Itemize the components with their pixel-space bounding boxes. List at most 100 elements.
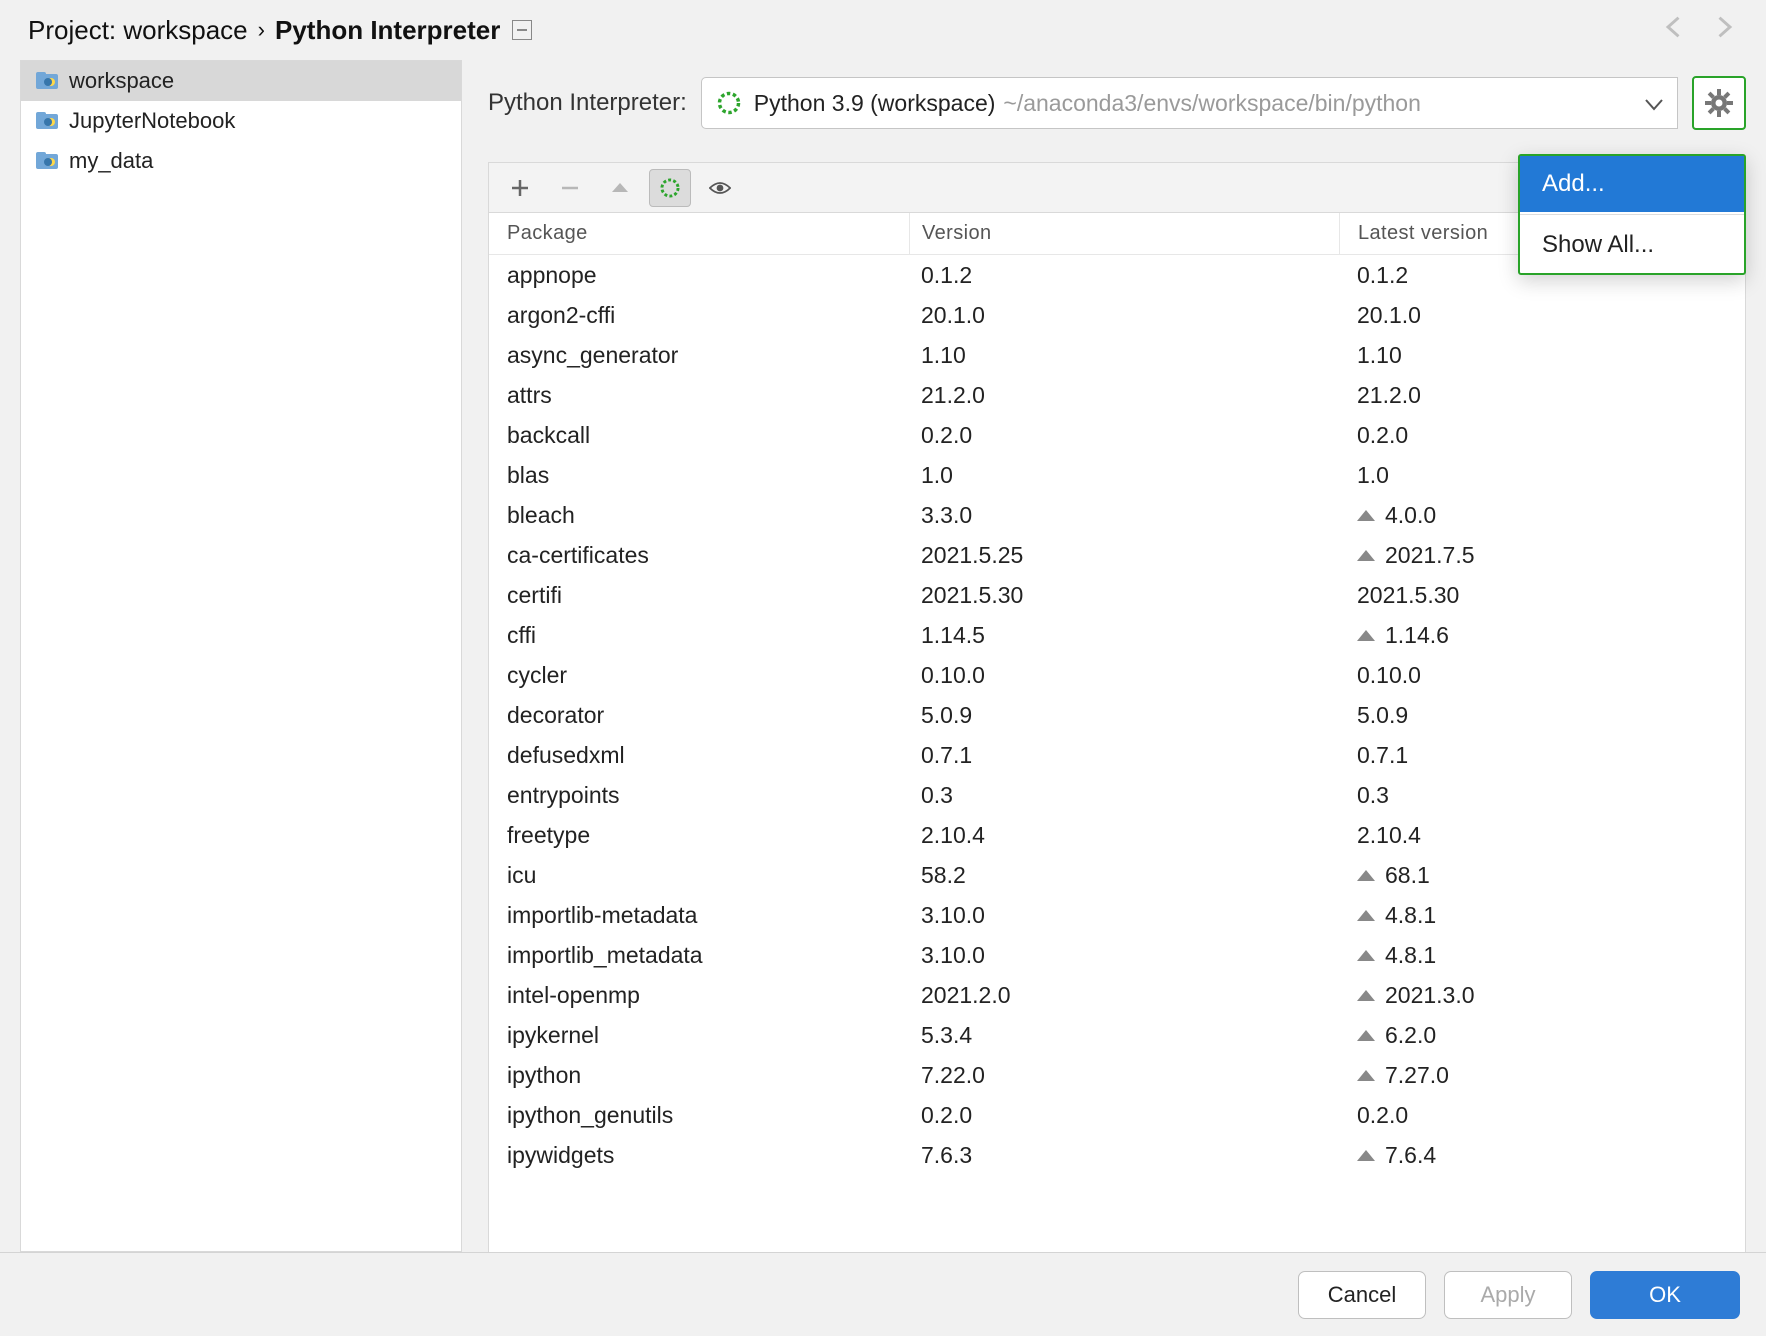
update-available-icon xyxy=(1357,550,1375,561)
cell-version: 5.3.4 xyxy=(909,1015,1339,1055)
update-available-icon xyxy=(1357,1030,1375,1041)
cell-package: decorator xyxy=(489,702,909,729)
package-table-body: appnope0.1.20.1.2argon2-cffi20.1.020.1.0… xyxy=(489,255,1745,1252)
table-row[interactable]: freetype2.10.42.10.4 xyxy=(489,815,1745,855)
conda-ring-icon xyxy=(659,177,681,199)
table-row[interactable]: defusedxml0.7.10.7.1 xyxy=(489,735,1745,775)
project-sidebar: workspace JupyterNotebook my_data xyxy=(20,60,462,1252)
cell-package: appnope xyxy=(489,262,909,289)
menu-item-add-[interactable]: Add... xyxy=(1520,156,1744,212)
python-folder-icon xyxy=(35,69,59,93)
sidebar-item-jupyternotebook[interactable]: JupyterNotebook xyxy=(21,101,461,141)
cell-latest: 0.7.1 xyxy=(1357,742,1408,769)
cell-latest: 0.2.0 xyxy=(1357,1102,1408,1129)
remove-package-button[interactable] xyxy=(549,169,591,207)
cancel-button[interactable]: Cancel xyxy=(1298,1271,1426,1319)
show-early-releases-button[interactable] xyxy=(699,169,741,207)
interpreter-settings-button[interactable] xyxy=(1692,76,1746,130)
breadcrumb-project[interactable]: Project: workspace xyxy=(28,15,248,46)
table-row[interactable]: ipykernel5.3.46.2.0 xyxy=(489,1015,1745,1055)
table-row[interactable]: importlib_metadata3.10.04.8.1 xyxy=(489,935,1745,975)
breadcrumb: Project: workspace › Python Interpreter xyxy=(0,0,1766,60)
cell-package: backcall xyxy=(489,422,909,449)
cell-package: blas xyxy=(489,462,909,489)
cell-latest: 4.8.1 xyxy=(1385,902,1436,929)
back-arrow-icon[interactable] xyxy=(1660,13,1690,47)
update-available-icon xyxy=(1357,990,1375,1001)
sidebar-item-label: JupyterNotebook xyxy=(69,108,235,134)
upgrade-package-button[interactable] xyxy=(599,169,641,207)
update-available-icon xyxy=(1357,870,1375,881)
cell-version: 0.7.1 xyxy=(909,735,1339,775)
forward-arrow-icon[interactable] xyxy=(1708,13,1738,47)
cell-version: 1.10 xyxy=(909,335,1339,375)
cell-version: 2021.5.25 xyxy=(909,535,1339,575)
dialog-footer: Cancel Apply OK xyxy=(0,1252,1766,1336)
table-row[interactable]: icu58.268.1 xyxy=(489,855,1745,895)
gear-icon xyxy=(1705,89,1733,117)
cell-package: cffi xyxy=(489,622,909,649)
table-row[interactable]: argon2-cffi20.1.020.1.0 xyxy=(489,295,1745,335)
table-row[interactable]: intel-openmp2021.2.02021.3.0 xyxy=(489,975,1745,1015)
ok-button[interactable]: OK xyxy=(1590,1271,1740,1319)
table-row[interactable]: bleach3.3.04.0.0 xyxy=(489,495,1745,535)
add-package-button[interactable] xyxy=(499,169,541,207)
interpreter-dropdown[interactable]: Python 3.9 (workspace) ~/anaconda3/envs/… xyxy=(701,77,1678,129)
cell-version: 3.3.0 xyxy=(909,495,1339,535)
table-row[interactable]: async_generator1.101.10 xyxy=(489,335,1745,375)
table-row[interactable]: backcall0.2.00.2.0 xyxy=(489,415,1745,455)
table-row[interactable]: cffi1.14.51.14.6 xyxy=(489,615,1745,655)
update-available-icon xyxy=(1357,1070,1375,1081)
update-available-icon xyxy=(1357,630,1375,641)
update-available-icon xyxy=(1357,910,1375,921)
cell-package: importlib_metadata xyxy=(489,942,909,969)
cell-latest: 5.0.9 xyxy=(1357,702,1408,729)
sidebar-item-label: workspace xyxy=(69,68,174,94)
table-row[interactable]: ca-certificates2021.5.252021.7.5 xyxy=(489,535,1745,575)
table-row[interactable]: certifi2021.5.302021.5.30 xyxy=(489,575,1745,615)
sidebar-item-workspace[interactable]: workspace xyxy=(21,61,461,101)
cell-version: 0.10.0 xyxy=(909,655,1339,695)
cell-package: certifi xyxy=(489,582,909,609)
table-row[interactable]: blas1.01.0 xyxy=(489,455,1745,495)
interpreter-name: Python 3.9 (workspace) xyxy=(754,90,996,117)
cell-latest: 7.6.4 xyxy=(1385,1142,1436,1169)
cell-version: 2.10.4 xyxy=(909,815,1339,855)
sidebar-item-my_data[interactable]: my_data xyxy=(21,141,461,181)
cell-package: attrs xyxy=(489,382,909,409)
cell-latest: 0.1.2 xyxy=(1357,262,1408,289)
table-row[interactable]: ipython_genutils0.2.00.2.0 xyxy=(489,1095,1745,1135)
table-row[interactable]: ipywidgets7.6.37.6.4 xyxy=(489,1135,1745,1175)
window-restore-icon[interactable] xyxy=(512,20,532,40)
cell-package: freetype xyxy=(489,822,909,849)
apply-button[interactable]: Apply xyxy=(1444,1271,1572,1319)
interpreter-settings-menu: Add...Show All... xyxy=(1518,154,1746,275)
table-row[interactable]: ipython7.22.07.27.0 xyxy=(489,1055,1745,1095)
column-header-version[interactable]: Version xyxy=(909,213,1339,254)
interpreter-path: ~/anaconda3/envs/workspace/bin/python xyxy=(1003,90,1420,117)
table-row[interactable]: importlib-metadata3.10.04.8.1 xyxy=(489,895,1745,935)
cell-package: cycler xyxy=(489,662,909,689)
cell-version: 5.0.9 xyxy=(909,695,1339,735)
cell-latest: 20.1.0 xyxy=(1357,302,1421,329)
table-row[interactable]: attrs21.2.021.2.0 xyxy=(489,375,1745,415)
cell-package: entrypoints xyxy=(489,782,909,809)
menu-item-show-all-[interactable]: Show All... xyxy=(1520,217,1744,273)
cell-latest: 2021.7.5 xyxy=(1385,542,1475,569)
table-row[interactable]: decorator5.0.95.0.9 xyxy=(489,695,1745,735)
cell-latest: 0.10.0 xyxy=(1357,662,1421,689)
breadcrumb-section: Python Interpreter xyxy=(275,15,500,46)
cell-package: ipython_genutils xyxy=(489,1102,909,1129)
python-folder-icon xyxy=(35,109,59,133)
conda-toggle-button[interactable] xyxy=(649,169,691,207)
cell-package: intel-openmp xyxy=(489,982,909,1009)
column-header-package[interactable]: Package xyxy=(489,222,909,245)
cell-version: 2021.5.30 xyxy=(909,575,1339,615)
cell-version: 58.2 xyxy=(909,855,1339,895)
cell-version: 21.2.0 xyxy=(909,375,1339,415)
table-row[interactable]: entrypoints0.30.3 xyxy=(489,775,1745,815)
cell-version: 20.1.0 xyxy=(909,295,1339,335)
cell-latest: 68.1 xyxy=(1385,862,1430,889)
sidebar-item-label: my_data xyxy=(69,148,153,174)
table-row[interactable]: cycler0.10.00.10.0 xyxy=(489,655,1745,695)
